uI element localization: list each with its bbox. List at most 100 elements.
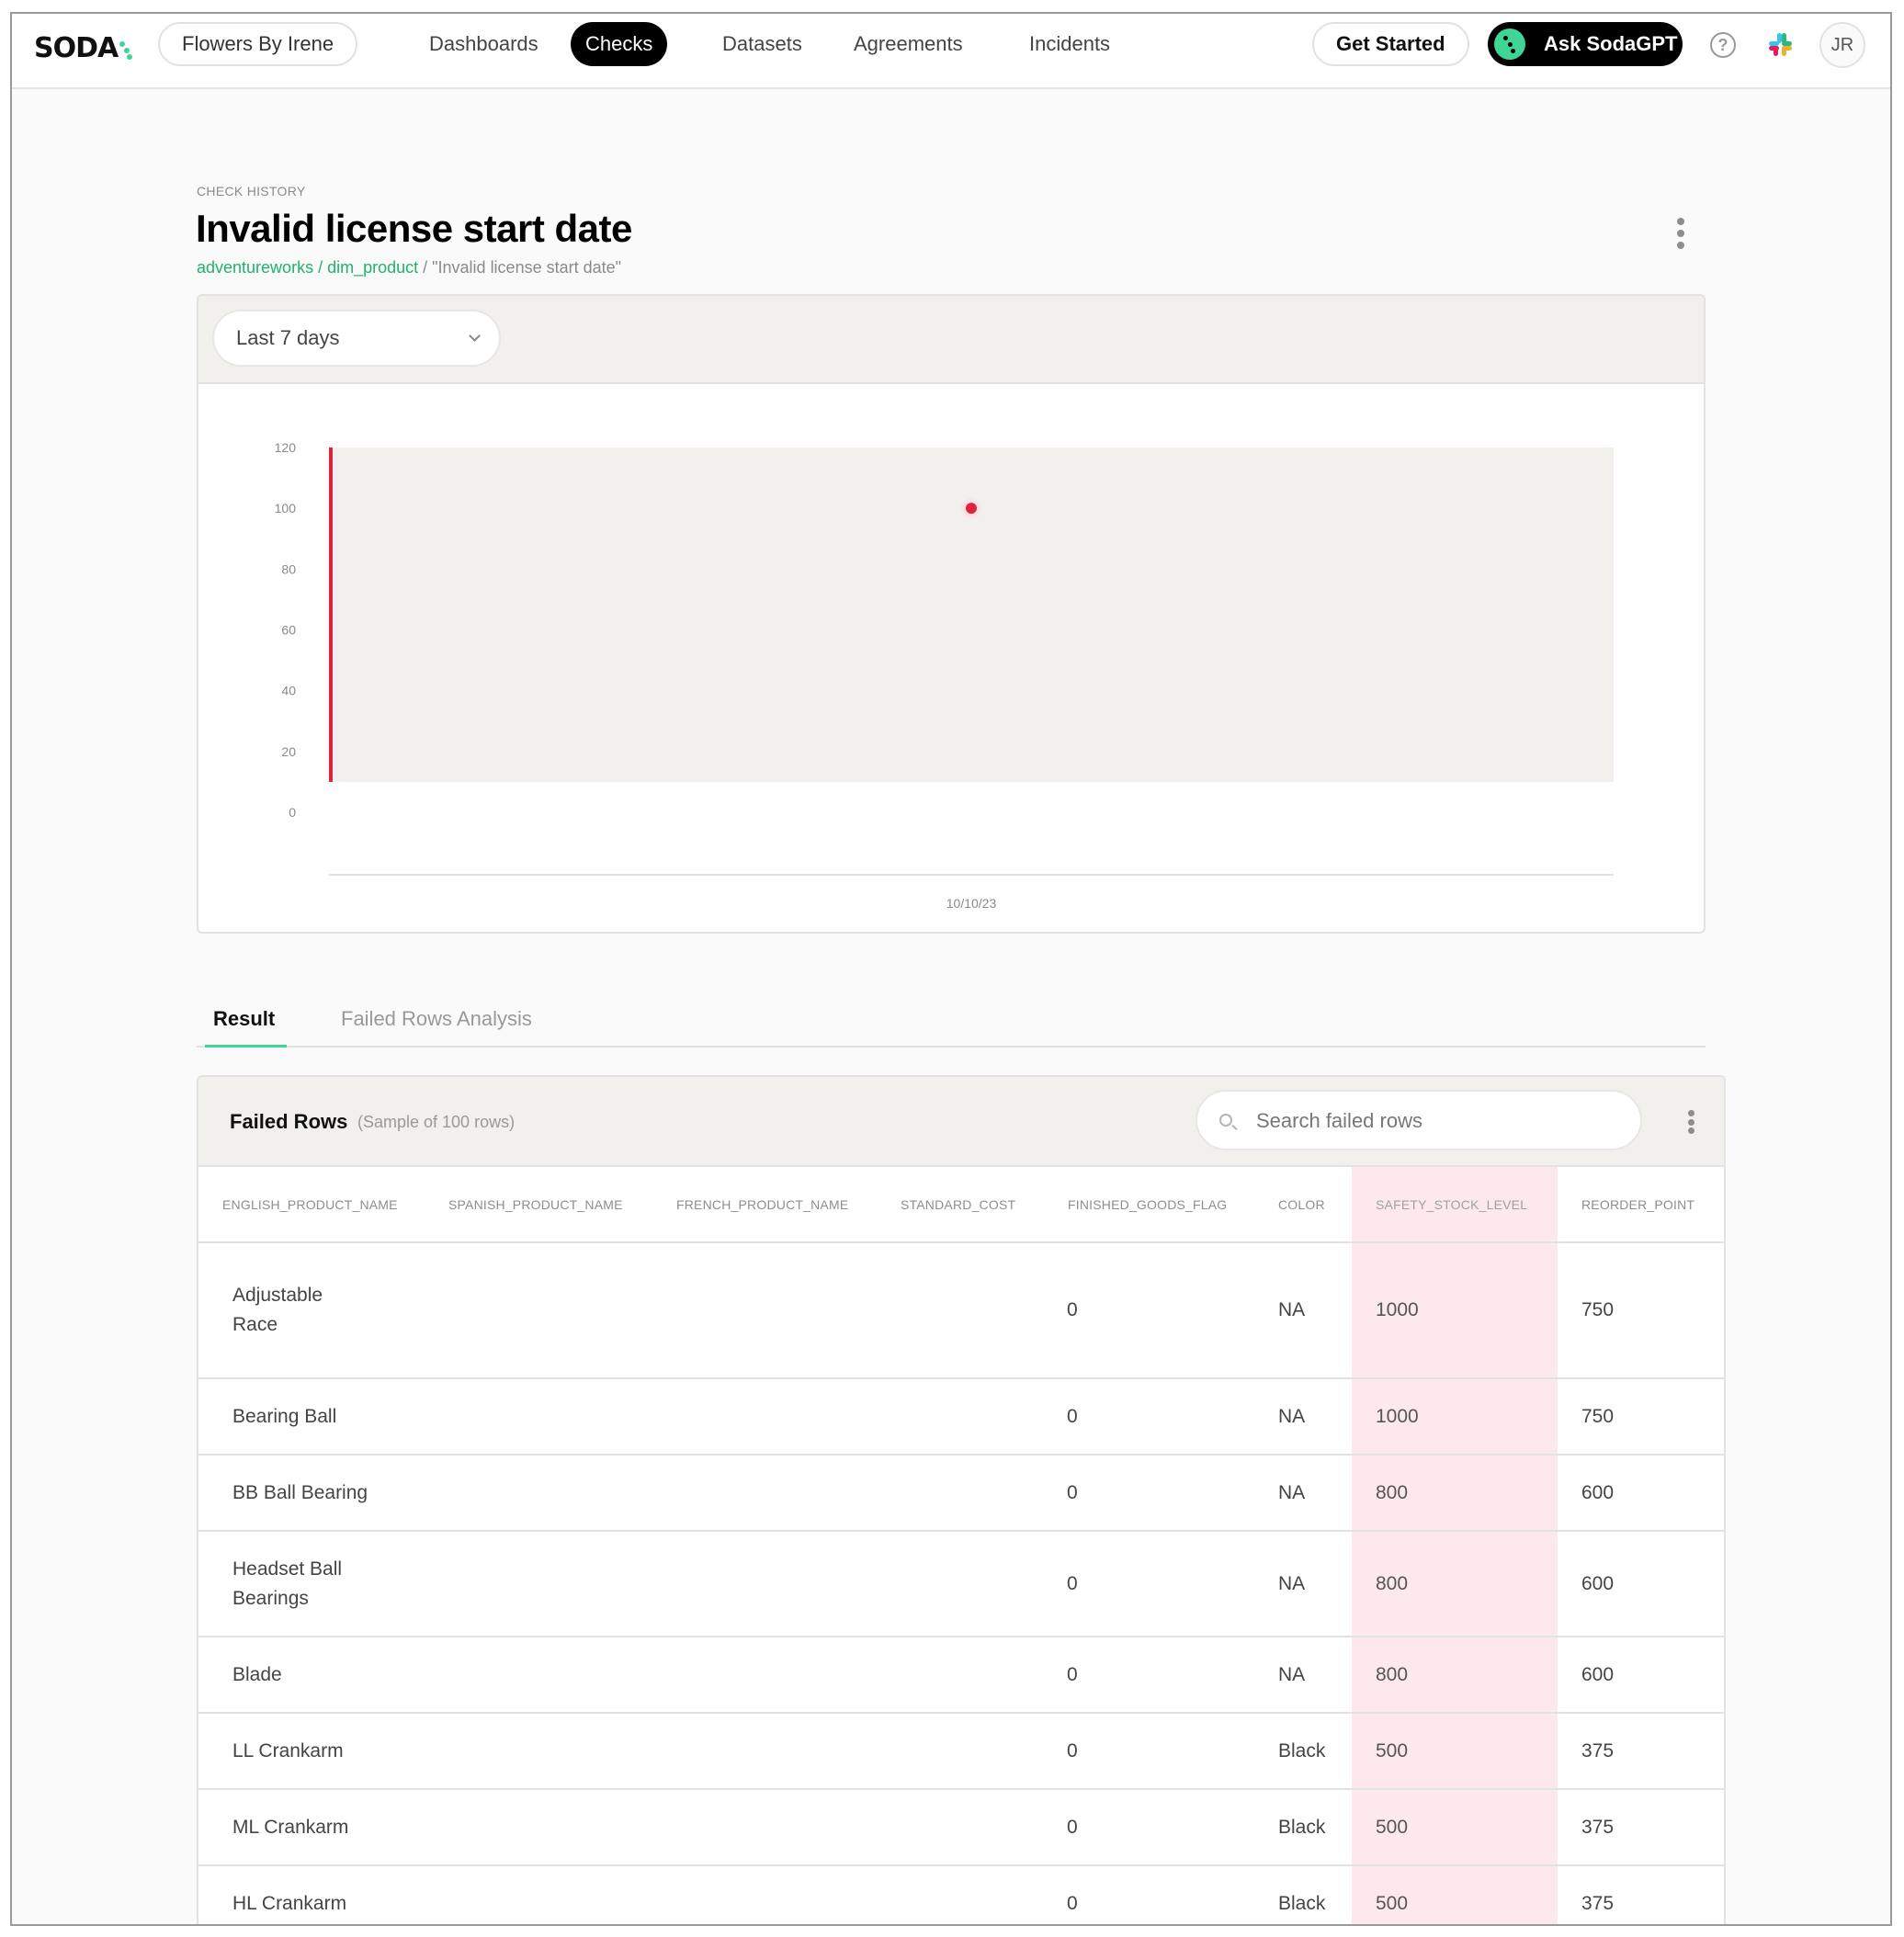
data-point	[966, 503, 977, 515]
cell-french-product-name	[652, 1637, 877, 1714]
app-window: SODA Flowers By Irene Dashboards Checks …	[10, 12, 1892, 1926]
top-nav: SODA Flowers By Irene Dashboards Checks …	[12, 14, 1890, 89]
help-icon[interactable]: ?	[1710, 32, 1736, 58]
table-header-row: ENGLISH_PRODUCT_NAME SPANISH_PRODUCT_NAME…	[198, 1167, 1724, 1243]
table-row[interactable]: Headset Ball Bearings 0 NA 800 600	[198, 1531, 1724, 1637]
search-icon	[1219, 1114, 1232, 1127]
failed-rows-title: Failed Rows	[230, 1110, 348, 1133]
cell-reorder-point: 600	[1558, 1637, 1724, 1714]
threshold-band	[329, 447, 1614, 782]
cell-standard-cost	[877, 1531, 1044, 1637]
soda-logo[interactable]: SODA	[34, 32, 133, 64]
column-header-safety-stock-level[interactable]: SAFETY_STOCK_LEVEL	[1352, 1167, 1558, 1243]
cell-reorder-point: 375	[1558, 1713, 1724, 1790]
time-range-value: Last 7 days	[236, 326, 340, 349]
cell-french-product-name	[652, 1531, 877, 1637]
logo-dots-icon	[119, 38, 133, 60]
cell-reorder-point: 750	[1558, 1242, 1724, 1379]
cell-spanish-product-name	[425, 1455, 652, 1532]
cell-safety-stock-level: 800	[1352, 1637, 1558, 1714]
column-header-spanish-product-name[interactable]: SPANISH_PRODUCT_NAME	[425, 1167, 652, 1243]
cell-standard-cost	[877, 1242, 1044, 1379]
cell-spanish-product-name	[425, 1789, 652, 1866]
failed-rows-table: ENGLISH_PRODUCT_NAME SPANISH_PRODUCT_NAME…	[198, 1167, 1724, 1924]
nav-dashboards[interactable]: Dashboards	[414, 22, 553, 66]
cell-standard-cost	[877, 1378, 1044, 1456]
page-eyebrow: CHECK HISTORY	[197, 184, 306, 198]
column-header-color[interactable]: COLOR	[1254, 1167, 1352, 1243]
column-header-reorder-point[interactable]: REORDER_POINT	[1558, 1167, 1724, 1243]
time-range-select[interactable]: Last 7 days	[212, 310, 501, 367]
breadcrumb: adventureworks / dim_product / "Invalid …	[197, 258, 621, 278]
y-tick-label: 0	[289, 805, 296, 820]
sodagpt-icon	[1494, 28, 1525, 60]
cell-standard-cost	[877, 1455, 1044, 1532]
y-tick-label: 120	[275, 440, 297, 455]
cell-reorder-point: 600	[1558, 1455, 1724, 1532]
cell-safety-stock-level: 500	[1352, 1713, 1558, 1790]
table-options-kebab-icon[interactable]	[1686, 1110, 1695, 1134]
cell-spanish-product-name	[425, 1637, 652, 1714]
cell-safety-stock-level: 800	[1352, 1455, 1558, 1532]
column-header-english-product-name[interactable]: ENGLISH_PRODUCT_NAME	[198, 1167, 425, 1243]
table-row[interactable]: ML Crankarm 0 Black 500 375	[198, 1789, 1724, 1866]
search-placeholder: Search failed rows	[1256, 1109, 1422, 1132]
user-avatar[interactable]: JR	[1819, 22, 1865, 68]
org-switcher[interactable]: Flowers By Irene	[158, 22, 358, 66]
threshold-range-line	[329, 447, 333, 782]
table-body: Adjustable Race 0 NA 1000 750 Bearing Ball 0 NA…	[198, 1242, 1724, 1924]
cell-spanish-product-name	[425, 1865, 652, 1924]
y-tick-label: 60	[281, 623, 296, 638]
cell-color: NA	[1254, 1242, 1352, 1379]
cell-color: NA	[1254, 1637, 1352, 1714]
column-header-standard-cost[interactable]: STANDARD_COST	[877, 1167, 1044, 1243]
active-tab-indicator	[205, 1045, 287, 1048]
cell-english-product-name: Bearing Ball	[198, 1378, 425, 1456]
breadcrumb-separator: /	[418, 258, 433, 277]
table-row[interactable]: Bearing Ball 0 NA 1000 750	[198, 1378, 1724, 1456]
tab-result[interactable]: Result	[213, 1007, 275, 1031]
nav-incidents[interactable]: Incidents	[1014, 22, 1125, 66]
result-tabs: Result Failed Rows Analysis	[197, 992, 1706, 1048]
y-tick-label: 80	[281, 561, 296, 576]
cell-safety-stock-level: 500	[1352, 1789, 1558, 1866]
chevron-down-icon	[469, 330, 481, 342]
nav-datasets[interactable]: Datasets	[708, 22, 817, 66]
column-header-french-product-name[interactable]: FRENCH_PRODUCT_NAME	[652, 1167, 877, 1243]
ask-sodagpt-button[interactable]: Ask SodaGPT	[1488, 22, 1683, 66]
failed-rows-card: Failed Rows (Sample of 100 rows) Search …	[197, 1075, 1726, 1924]
slack-icon[interactable]	[1767, 31, 1793, 57]
cell-reorder-point: 375	[1558, 1865, 1724, 1924]
y-tick-label: 20	[281, 744, 296, 759]
nav-checks[interactable]: Checks	[571, 22, 668, 66]
search-failed-rows-input[interactable]: Search failed rows	[1196, 1090, 1642, 1150]
cell-finished-goods-flag: 0	[1044, 1242, 1254, 1379]
check-history-chart: 0 20 40 60 80 100 120 10/10/23	[275, 440, 1614, 911]
cell-color: Black	[1254, 1789, 1352, 1866]
table-row[interactable]: BB Ball Bearing 0 NA 800 600	[198, 1455, 1724, 1532]
cell-finished-goods-flag: 0	[1044, 1455, 1254, 1532]
nav-agreements[interactable]: Agreements	[839, 22, 978, 66]
cell-french-product-name	[652, 1865, 877, 1924]
table-row[interactable]: LL Crankarm 0 Black 500 375	[198, 1713, 1724, 1790]
cell-color: NA	[1254, 1531, 1352, 1637]
cell-reorder-point: 375	[1558, 1789, 1724, 1866]
breadcrumb-dataset-link[interactable]: adventureworks / dim_product	[197, 258, 418, 277]
cell-english-product-name: Adjustable Race	[198, 1242, 425, 1379]
cell-reorder-point: 600	[1558, 1531, 1724, 1637]
cell-finished-goods-flag: 0	[1044, 1713, 1254, 1790]
cell-english-product-name: Blade	[198, 1637, 425, 1714]
failed-rows-toolbar: Failed Rows (Sample of 100 rows) Search …	[198, 1077, 1724, 1167]
table-row[interactable]: Blade 0 NA 800 600	[198, 1637, 1724, 1714]
cell-finished-goods-flag: 0	[1044, 1865, 1254, 1924]
cell-spanish-product-name	[425, 1242, 652, 1379]
y-tick-label: 40	[281, 684, 296, 698]
column-header-finished-goods-flag[interactable]: FINISHED_GOODS_FLAG	[1044, 1167, 1254, 1243]
get-started-button[interactable]: Get Started	[1312, 22, 1469, 66]
tab-failed-rows-analysis[interactable]: Failed Rows Analysis	[341, 1007, 532, 1031]
table-row[interactable]: HL Crankarm 0 Black 500 375	[198, 1865, 1724, 1924]
cell-safety-stock-level: 800	[1352, 1531, 1558, 1637]
table-row[interactable]: Adjustable Race 0 NA 1000 750	[198, 1242, 1724, 1379]
check-options-kebab-icon[interactable]	[1675, 218, 1686, 249]
x-tick-label: 10/10/23	[946, 896, 997, 911]
